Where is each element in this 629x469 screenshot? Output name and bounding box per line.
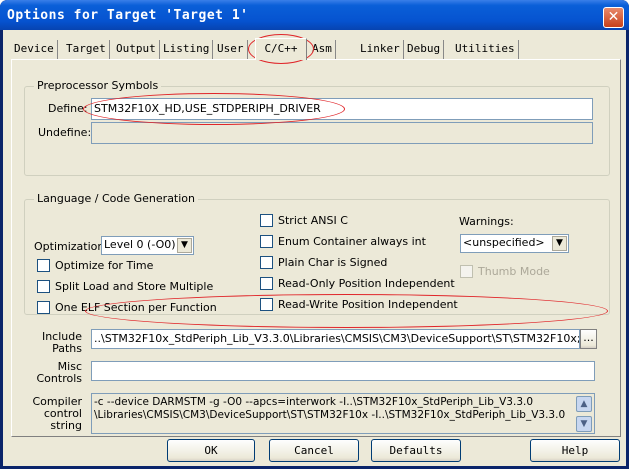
one-elf-section-label: One ELF Section per Function [55, 301, 217, 314]
thumb-mode-label: Thumb Mode [478, 265, 550, 278]
include-paths-label: Include Paths [20, 331, 82, 355]
rw-position-independent-label: Read-Write Position Independent [278, 298, 458, 311]
misc-label-line2: Controls [36, 372, 83, 385]
preprocessor-group-title: Preprocessor Symbols [34, 79, 162, 92]
tab-c-cpp[interactable]: C/C++ [255, 38, 307, 60]
enum-container-checkbox[interactable] [260, 235, 273, 248]
preprocessor-group: Preprocessor Symbols Define: STM32F10X_H… [24, 79, 610, 176]
language-group-title: Language / Code Generation [34, 192, 199, 205]
tab-target[interactable]: Target [63, 40, 110, 59]
compiler-control-label: Compiler control string [20, 396, 82, 432]
tab-debug[interactable]: Debug [404, 40, 445, 59]
defaults-button[interactable]: Defaults [371, 439, 461, 462]
plain-char-signed-checkbox[interactable] [260, 256, 273, 269]
include-paths-browse-button[interactable]: ... [580, 329, 597, 349]
close-icon[interactable]: ✕ [603, 7, 624, 28]
title-bar[interactable]: Options for Target 'Target 1' ✕ [0, 0, 629, 30]
dialog-title: Options for Target 'Target 1' [7, 8, 249, 23]
language-group: Language / Code Generation Optimization:… [24, 192, 610, 315]
chevron-down-icon[interactable]: ▼ [552, 236, 567, 251]
compiler-control-string[interactable]: -c --device DARMSTM -g -O0 --apcs=interw… [91, 393, 595, 434]
undefine-label: Undefine: [38, 126, 92, 139]
c-cpp-tab-panel: Preprocessor Symbols Define: STM32F10X_H… [11, 59, 621, 437]
compiler-control-line1: -c --device DARMSTM -g -O0 --apcs=interw… [94, 396, 534, 408]
split-load-store-label: Split Load and Store Multiple [55, 280, 214, 293]
plain-char-signed-label: Plain Char is Signed [278, 256, 388, 269]
one-elf-section-checkbox[interactable] [37, 301, 50, 314]
include-paths-input[interactable]: ..\STM32F10x_StdPeriph_Lib_V3.3.0\Librar… [91, 329, 580, 349]
compiler-control-line2: \Libraries\CMSIS\CM3\DeviceSupport\ST\ST… [94, 409, 566, 421]
dialog-client-area: Device Target Output Listing User C/C++ … [3, 30, 626, 466]
tab-bar: Device Target Output Listing User C/C++ … [11, 38, 531, 60]
chevron-down-icon[interactable]: ▼ [177, 238, 192, 253]
strict-ansi-c-label: Strict ANSI C [278, 214, 348, 227]
cancel-button[interactable]: Cancel [269, 439, 359, 462]
optimization-label: Optimization: [34, 240, 109, 253]
include-label-line2: Paths [52, 342, 82, 355]
tab-listing[interactable]: Listing [160, 40, 214, 59]
define-label: Define: [48, 102, 88, 115]
tab-user[interactable]: User [214, 40, 248, 59]
optimization-value: Level 0 (-O0) [104, 238, 176, 251]
tab-output[interactable]: Output [113, 40, 160, 59]
strict-ansi-c-checkbox[interactable] [260, 214, 273, 227]
tab-asm[interactable]: Asm [309, 40, 336, 59]
undefine-input[interactable] [91, 122, 593, 144]
scroll-up-icon[interactable]: ▲ [576, 396, 592, 412]
define-input[interactable]: STM32F10X_HD,USE_STDPERIPH_DRIVER [91, 98, 593, 120]
warnings-select[interactable]: <unspecified> ▼ [460, 234, 569, 253]
ok-button[interactable]: OK [167, 439, 255, 462]
ro-position-independent-checkbox[interactable] [260, 277, 273, 290]
warnings-label: Warnings: [459, 215, 514, 228]
tab-utilities[interactable]: Utilities [452, 40, 519, 59]
ro-position-independent-label: Read-Only Position Independent [278, 277, 455, 290]
split-load-store-checkbox[interactable] [37, 280, 50, 293]
optimization-select[interactable]: Level 0 (-O0) ▼ [101, 236, 194, 255]
misc-controls-label: Misc Controls [20, 361, 83, 385]
options-dialog: Options for Target 'Target 1' ✕ Device T… [0, 0, 629, 469]
warnings-value: <unspecified> [463, 236, 545, 249]
tab-linker[interactable]: Linker [357, 40, 404, 59]
scroll-down-icon[interactable]: ▼ [576, 416, 592, 432]
enum-container-label: Enum Container always int [278, 235, 426, 248]
tab-device[interactable]: Device [11, 40, 58, 59]
optimize-for-time-checkbox[interactable] [37, 259, 50, 272]
compiler-control-text: -c --device DARMSTM -g -O0 --apcs=interw… [94, 396, 565, 422]
compiler-label-line3: string [50, 419, 82, 432]
misc-controls-input[interactable] [91, 361, 595, 381]
rw-position-independent-checkbox[interactable] [260, 298, 273, 311]
help-button[interactable]: Help [530, 439, 620, 462]
thumb-mode-checkbox[interactable] [460, 265, 473, 278]
optimize-for-time-label: Optimize for Time [55, 259, 154, 272]
